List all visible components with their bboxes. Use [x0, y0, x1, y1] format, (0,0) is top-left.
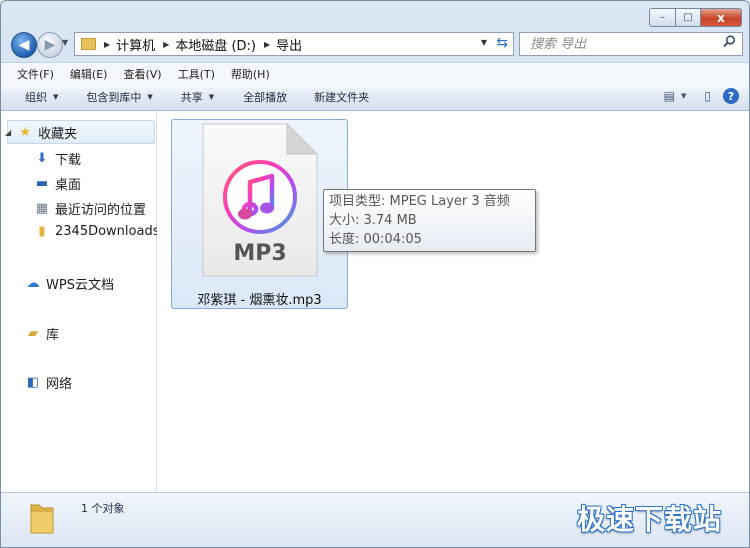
breadcrumb-computer[interactable]: 计算机	[116, 35, 155, 54]
nav-downloads-label: 下载	[55, 153, 82, 168]
nav-2345downloads[interactable]: ▮ 2345Downloads	[34, 224, 159, 239]
menu-bar: 文件(F) 编辑(E) 查看(V) 工具(T) 帮助(H)	[1, 62, 749, 84]
nav-favorites-label: 收藏夹	[38, 127, 78, 142]
menu-file[interactable]: 文件(F)	[17, 66, 54, 82]
network-icon: ◧	[26, 375, 40, 390]
play-all-button[interactable]: 全部播放	[243, 89, 287, 105]
nav-wps-cloud[interactable]: ☁ WPS云文档	[25, 274, 114, 293]
search-input[interactable]	[528, 35, 722, 53]
chevron-right-icon[interactable]: ▶	[264, 40, 270, 49]
chevron-down-icon: ▼	[208, 93, 215, 101]
organize-button[interactable]: 组织 ▼	[25, 89, 58, 105]
breadcrumb-export[interactable]: 导出	[276, 35, 302, 54]
menu-tools[interactable]: 工具(T)	[178, 66, 215, 82]
nav-desktop-label: 桌面	[55, 178, 82, 193]
maximize-button[interactable]: □	[676, 8, 701, 27]
file-tooltip: 项目类型: MPEG Layer 3 音频 大小: 3.74 MB 长度: 00…	[323, 189, 536, 252]
status-item-count: 1 个对象	[81, 502, 125, 515]
nav-network[interactable]: ◧ 网络	[25, 373, 72, 392]
arrow-left-icon: ◀	[18, 37, 30, 53]
nav-wps-label: WPS云文档	[46, 278, 114, 293]
chevron-down-icon: ▼	[53, 93, 59, 101]
desktop-icon: ▬	[35, 176, 49, 191]
chevron-down-icon[interactable]: ▼	[681, 92, 686, 100]
download-folder-icon: ⬇	[36, 151, 48, 166]
arrow-right-icon: ▶	[44, 37, 56, 53]
breadcrumb-drive-d[interactable]: 本地磁盘 (D:)	[175, 35, 256, 54]
nav-network-label: 网络	[46, 377, 73, 392]
cloud-icon: ☁	[26, 276, 40, 291]
share-label: 共享	[180, 91, 203, 104]
address-bar[interactable]: ▶ 计算机 ▶ 本地磁盘 (D:) ▶ 导出 ▼ ⇆	[74, 32, 514, 56]
address-dropdown-icon[interactable]: ▼	[481, 38, 487, 47]
include-library-label: 包含到库中	[86, 91, 142, 104]
preview-pane-icon[interactable]: ▯	[704, 89, 711, 103]
window-controls: – □ x	[649, 8, 742, 27]
navigation-pane: ◢ ★ 收藏夹 ⬇ 下载 ▬ 桌面 ▦ 最近访问的位置 ▮ 2345Downlo…	[1, 111, 159, 492]
menu-help[interactable]: 帮助(H)	[231, 66, 270, 82]
file-item[interactable]: MP3 邓紫琪 - 烟熏妆.mp3	[171, 119, 348, 309]
file-list-pane: MP3 邓紫琪 - 烟熏妆.mp3 项目类型: MPEG Layer 3 音频 …	[157, 111, 749, 492]
nav-recent-label: 最近访问的位置	[55, 203, 147, 218]
file-name[interactable]: 邓紫琪 - 烟熏妆.mp3	[172, 289, 347, 308]
folder-icon	[81, 38, 96, 50]
star-icon: ★	[19, 125, 31, 140]
chevron-right-icon[interactable]: ▶	[104, 40, 110, 49]
nav-favorites[interactable]: ◢ ★ 收藏夹	[5, 123, 77, 142]
nav-desktop[interactable]: ▬ 桌面	[34, 174, 81, 193]
toolbar-right: ▤ ▼ ▯ ?	[654, 88, 739, 104]
include-in-library-button[interactable]: 包含到库中 ▼	[86, 89, 152, 105]
expand-icon[interactable]: ◢	[5, 128, 11, 137]
nav-libraries-label: 库	[46, 328, 60, 343]
forward-button[interactable]: ▶	[37, 32, 63, 58]
nav-recent-places[interactable]: ▦ 最近访问的位置	[34, 199, 146, 218]
nav-downloads[interactable]: ⬇ 下载	[34, 149, 81, 168]
new-folder-label: 新建文件夹	[314, 91, 370, 104]
menu-view[interactable]: 查看(V)	[123, 66, 161, 82]
folder-icon: ▮	[38, 224, 46, 239]
chevron-down-icon: ▼	[147, 93, 153, 101]
share-button[interactable]: 共享 ▼	[181, 89, 214, 105]
search-icon[interactable]	[723, 35, 736, 52]
search-box[interactable]	[519, 32, 743, 56]
mp3-icon-label: MP3	[233, 241, 287, 266]
command-toolbar: 组织 ▼ 包含到库中 ▼ 共享 ▼ 全部播放 新建文件夹 ▤ ▼ ▯ ?	[1, 84, 749, 111]
folder-icon	[30, 504, 54, 534]
tooltip-duration: 长度: 00:04:05	[329, 232, 422, 247]
explorer-window: – □ x ◀ ▶ ▼ ▶ 计算机 ▶ 本地磁盘 (D:) ▶ 导出 ▼ ⇆ 文…	[0, 0, 750, 548]
nav-libraries[interactable]: ▰ 库	[25, 324, 59, 343]
menu-edit[interactable]: 编辑(E)	[70, 66, 108, 82]
back-button[interactable]: ◀	[11, 32, 37, 58]
view-options-icon[interactable]: ▤	[664, 89, 675, 103]
organize-label: 组织	[25, 91, 47, 104]
library-icon: ▰	[28, 326, 38, 341]
site-watermark: 极速下载站	[577, 503, 723, 536]
tooltip-type: 项目类型: MPEG Layer 3 音频	[329, 194, 510, 209]
tooltip-size: 大小: 3.74 MB	[329, 213, 417, 228]
recent-pages-dropdown[interactable]: ▼	[62, 38, 68, 47]
close-button[interactable]: x	[701, 8, 742, 27]
new-folder-button[interactable]: 新建文件夹	[314, 89, 369, 105]
chevron-right-icon[interactable]: ▶	[163, 40, 169, 49]
help-icon[interactable]: ?	[723, 88, 739, 104]
recent-places-icon: ▦	[35, 201, 49, 216]
play-all-label: 全部播放	[243, 91, 288, 104]
minimize-button[interactable]: –	[649, 8, 676, 27]
refresh-icon[interactable]: ⇆	[496, 35, 508, 51]
nav-2345-label: 2345Downloads	[55, 224, 160, 239]
